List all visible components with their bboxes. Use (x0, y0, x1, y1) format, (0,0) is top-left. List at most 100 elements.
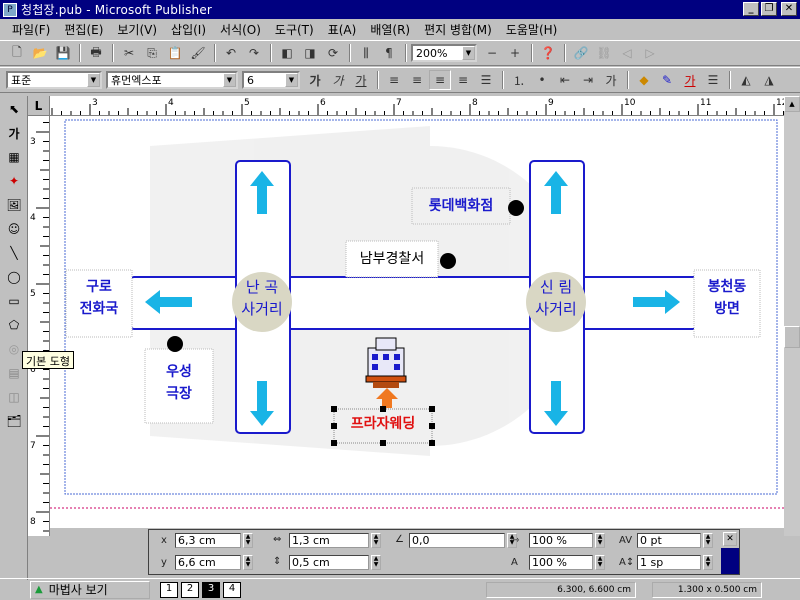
x-input[interactable]: 6,3 cm (175, 533, 241, 548)
align-right-icon[interactable]: ≡ (429, 70, 451, 90)
left-label[interactable]: 구로 전화국 (66, 276, 132, 320)
lotte-label[interactable]: 롯데백화점 (412, 195, 510, 217)
copy-icon[interactable]: ⎘ (141, 43, 163, 63)
undo-icon[interactable]: ↶ (220, 43, 242, 63)
line-spacing-input[interactable]: 1 sp (637, 555, 701, 570)
menu-arrange[interactable]: 배열(R) (370, 21, 410, 38)
font-select[interactable]: 휴먼엑스포 ▼ (106, 71, 238, 89)
menu-mail-merge[interactable]: 편지 병합(M) (424, 21, 492, 38)
design-gallery-icon[interactable]: 🗂 (3, 410, 25, 432)
vertical-ruler[interactable]: 345678 (28, 116, 50, 536)
close-measure-button[interactable]: ✕ (723, 532, 737, 546)
new-icon[interactable]: 🗋 (6, 43, 28, 63)
save-icon[interactable]: 💾 (52, 43, 74, 63)
x-spinner[interactable]: ▲ ▼ (243, 533, 253, 548)
chevron-down-icon[interactable]: ▼ (285, 73, 298, 87)
line-style-icon[interactable]: ☰ (702, 70, 724, 90)
paste-icon[interactable]: 📋 (164, 43, 186, 63)
align-center-icon[interactable]: ≡ (406, 70, 428, 90)
send-back-icon[interactable]: ◨ (299, 43, 321, 63)
help-icon[interactable]: ❓ (537, 43, 559, 63)
resize-handle[interactable] (429, 406, 435, 412)
document-canvas[interactable]: 구로 전화국 봉천동 방면 난 곡 사거리 신 림 사거리 롯데백화점 남부경찰… (50, 116, 784, 528)
paragraph-mark-icon[interactable]: ¶ (378, 43, 400, 63)
underline-button[interactable]: 가 (350, 70, 372, 90)
cut-icon[interactable]: ✂ (118, 43, 140, 63)
zoom-select[interactable]: 200% ▼ (411, 44, 477, 62)
police-label[interactable]: 남부경찰서 (346, 248, 438, 270)
fill-color-icon[interactable]: ◆ (633, 70, 655, 90)
wizard-button[interactable]: ▲ 마법사 보기 (30, 580, 150, 599)
zoom-out-button[interactable]: − (481, 43, 503, 63)
next-frame-icon[interactable]: ▷ (639, 43, 661, 63)
vertical-scrollbar[interactable]: ▲ (784, 96, 800, 536)
scale-spinner-1[interactable]: ▲ ▼ (595, 533, 605, 548)
clipart-icon[interactable]: ☺ (3, 218, 25, 240)
line-tool-icon[interactable]: ╲ (3, 242, 25, 264)
chevron-down-icon[interactable]: ▼ (87, 73, 100, 87)
scale-spinner-2[interactable]: ▲ ▼ (595, 555, 605, 570)
height-input[interactable]: 0,5 cm (289, 555, 369, 570)
align-left-icon[interactable]: ≡ (383, 70, 405, 90)
wordart-icon[interactable]: ✦ (3, 170, 25, 192)
resize-handle[interactable] (429, 423, 435, 429)
scale-input-1[interactable]: 100 % (529, 533, 593, 548)
menu-file[interactable]: 파일(F) (12, 21, 50, 38)
chevron-down-icon[interactable]: ▼ (462, 46, 475, 60)
numbering-icon[interactable]: ⒈ (508, 70, 530, 90)
width-input[interactable]: 1,3 cm (289, 533, 369, 548)
scale-input-2[interactable]: 100 % (529, 555, 593, 570)
y-spinner[interactable]: ▲ ▼ (243, 555, 253, 570)
close-button[interactable]: ✕ (781, 2, 797, 16)
zoom-in-button[interactable]: + (504, 43, 526, 63)
increase-indent-icon[interactable]: ⇥ (577, 70, 599, 90)
minimize-button[interactable]: _ (743, 2, 759, 16)
menu-format[interactable]: 서식(O) (220, 21, 261, 38)
distribute-icon[interactable]: ☰ (475, 70, 497, 90)
rotate-right-icon[interactable]: ◮ (758, 70, 780, 90)
oval-tool-icon[interactable]: ◯ (3, 266, 25, 288)
columns-icon[interactable]: ⫼ (355, 43, 377, 63)
font-size-select[interactable]: 6 ▼ (242, 71, 300, 89)
resize-handle[interactable] (429, 440, 435, 446)
scroll-thumb[interactable] (784, 326, 800, 348)
rotation-input[interactable]: 0,0 (409, 533, 505, 548)
menu-tools[interactable]: 도구(T) (275, 21, 314, 38)
ruler-corner[interactable]: L (28, 96, 50, 115)
link-icon[interactable]: 🔗 (570, 43, 592, 63)
unlink-icon[interactable]: ⛓ (593, 43, 615, 63)
menu-edit[interactable]: 편집(E) (64, 21, 103, 38)
resize-handle[interactable] (331, 440, 337, 446)
menu-help[interactable]: 도움말(H) (506, 21, 558, 38)
tracking-input[interactable]: 0 pt (637, 533, 701, 548)
table-frame-icon[interactable]: ▦ (3, 146, 25, 168)
width-spinner[interactable]: ▲ ▼ (371, 533, 381, 548)
bring-front-icon[interactable]: ◧ (276, 43, 298, 63)
text-frame-icon[interactable]: 가 (3, 122, 25, 144)
right-intersection-label[interactable]: 신 림 사거리 (526, 276, 586, 320)
page-4[interactable]: 4 (223, 581, 241, 598)
horizontal-ruler[interactable]: L 3 4 5 6 7 8 9 10 11 12 (28, 96, 800, 116)
publisher-app-icon[interactable]: P (3, 2, 17, 17)
tracking-spinner[interactable]: ▲ ▼ (703, 533, 713, 548)
y-input[interactable]: 6,6 cm (175, 555, 241, 570)
decrease-indent-icon[interactable]: ⇤ (554, 70, 576, 90)
menu-table[interactable]: 표(A) (328, 21, 357, 38)
redo-icon[interactable]: ↷ (243, 43, 265, 63)
italic-button[interactable]: 가 (327, 70, 349, 90)
right-label[interactable]: 봉천동 방면 (694, 276, 760, 320)
chevron-down-icon[interactable]: ▼ (223, 73, 236, 87)
font-color-button[interactable]: 가 (679, 70, 701, 90)
print-icon[interactable]: 🖶 (85, 43, 107, 63)
prev-frame-icon[interactable]: ◁ (616, 43, 638, 63)
restore-button[interactable]: ❐ (761, 2, 777, 16)
format-painter-icon[interactable]: 🖌 (187, 43, 209, 63)
resize-handle[interactable] (331, 423, 337, 429)
bold-button[interactable]: 가 (304, 70, 326, 90)
left-intersection-label[interactable]: 난 곡 사거리 (232, 276, 292, 320)
picture-frame-icon[interactable]: 🖼 (3, 194, 25, 216)
page-2[interactable]: 2 (181, 581, 199, 598)
page-1[interactable]: 1 (160, 581, 178, 598)
open-icon[interactable]: 📂 (29, 43, 51, 63)
rotate-left-icon[interactable]: ◭ (735, 70, 757, 90)
